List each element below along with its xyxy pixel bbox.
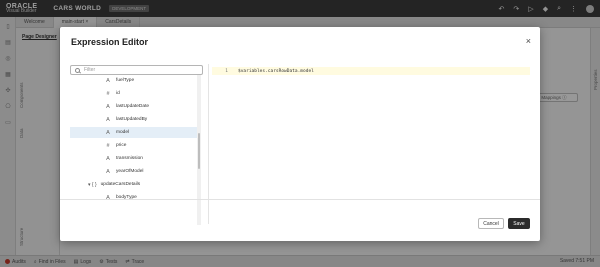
dialog-footer-divider [60,199,540,200]
text-type-icon: A [106,103,110,110]
tree-item[interactable]: A lastUpdatedBy [70,114,198,125]
text-type-icon: A [106,129,110,136]
tree-item-label: price [116,143,127,148]
tree-item-label: yearOfModel [116,169,144,174]
line-number: 1 [225,68,228,74]
scrollbar-thumb[interactable] [198,133,200,169]
text-type-icon: A [106,77,110,84]
tree-item-label: updateCarsDetails [100,182,141,187]
tree-item-selected[interactable]: A model [70,127,198,138]
text-type-icon: A [106,155,110,162]
pane-divider[interactable] [208,64,209,224]
tree-item[interactable]: A fuelType [70,75,198,86]
text-type-icon: A [106,168,110,175]
tree-item-label: id [116,91,120,96]
expression-code-editor[interactable]: 1 $variables.carsRowData.model [212,64,530,224]
tree-item-group[interactable]: ▾ { } updateCarsDetails [70,179,198,190]
tree-item[interactable]: A bodyType [70,192,198,203]
tree-scrollbar[interactable] [197,75,201,225]
tree-item[interactable]: A yearOfModel [70,166,198,177]
object-type-icon[interactable]: ▾ { } [88,182,97,188]
number-type-icon: # [106,90,110,97]
tree-item[interactable]: # id [70,88,198,99]
text-type-icon: A [106,116,110,123]
tree-item-label: transmission [116,156,143,161]
expression-editor-dialog: Expression Editor × A fuelType # id A la… [60,27,540,241]
tree-item-label: model [116,130,130,135]
tree-item-label: fuelType [116,78,135,83]
variables-tree: A fuelType # id A lastUpdateDate A lastU… [70,75,203,224]
tree-item-label: lastUpdateDate [116,104,150,109]
tree-item-label: lastUpdatedBy [116,117,148,122]
variable-filter [70,65,203,75]
code-line[interactable]: 1 $variables.carsRowData.model [212,67,530,75]
tree-item[interactable]: # price [70,140,198,151]
search-icon [75,67,80,73]
filter-input[interactable] [84,67,194,73]
tree-item[interactable]: A lastUpdateDate [70,101,198,112]
save-button[interactable]: Save [508,218,530,229]
dialog-title: Expression Editor [71,37,149,47]
cancel-button[interactable]: Cancel [478,218,504,229]
expression-text[interactable]: $variables.carsRowData.model [238,69,314,74]
number-type-icon: # [106,142,110,149]
close-icon[interactable]: × [526,36,531,46]
tree-item[interactable]: A transmission [70,153,198,164]
